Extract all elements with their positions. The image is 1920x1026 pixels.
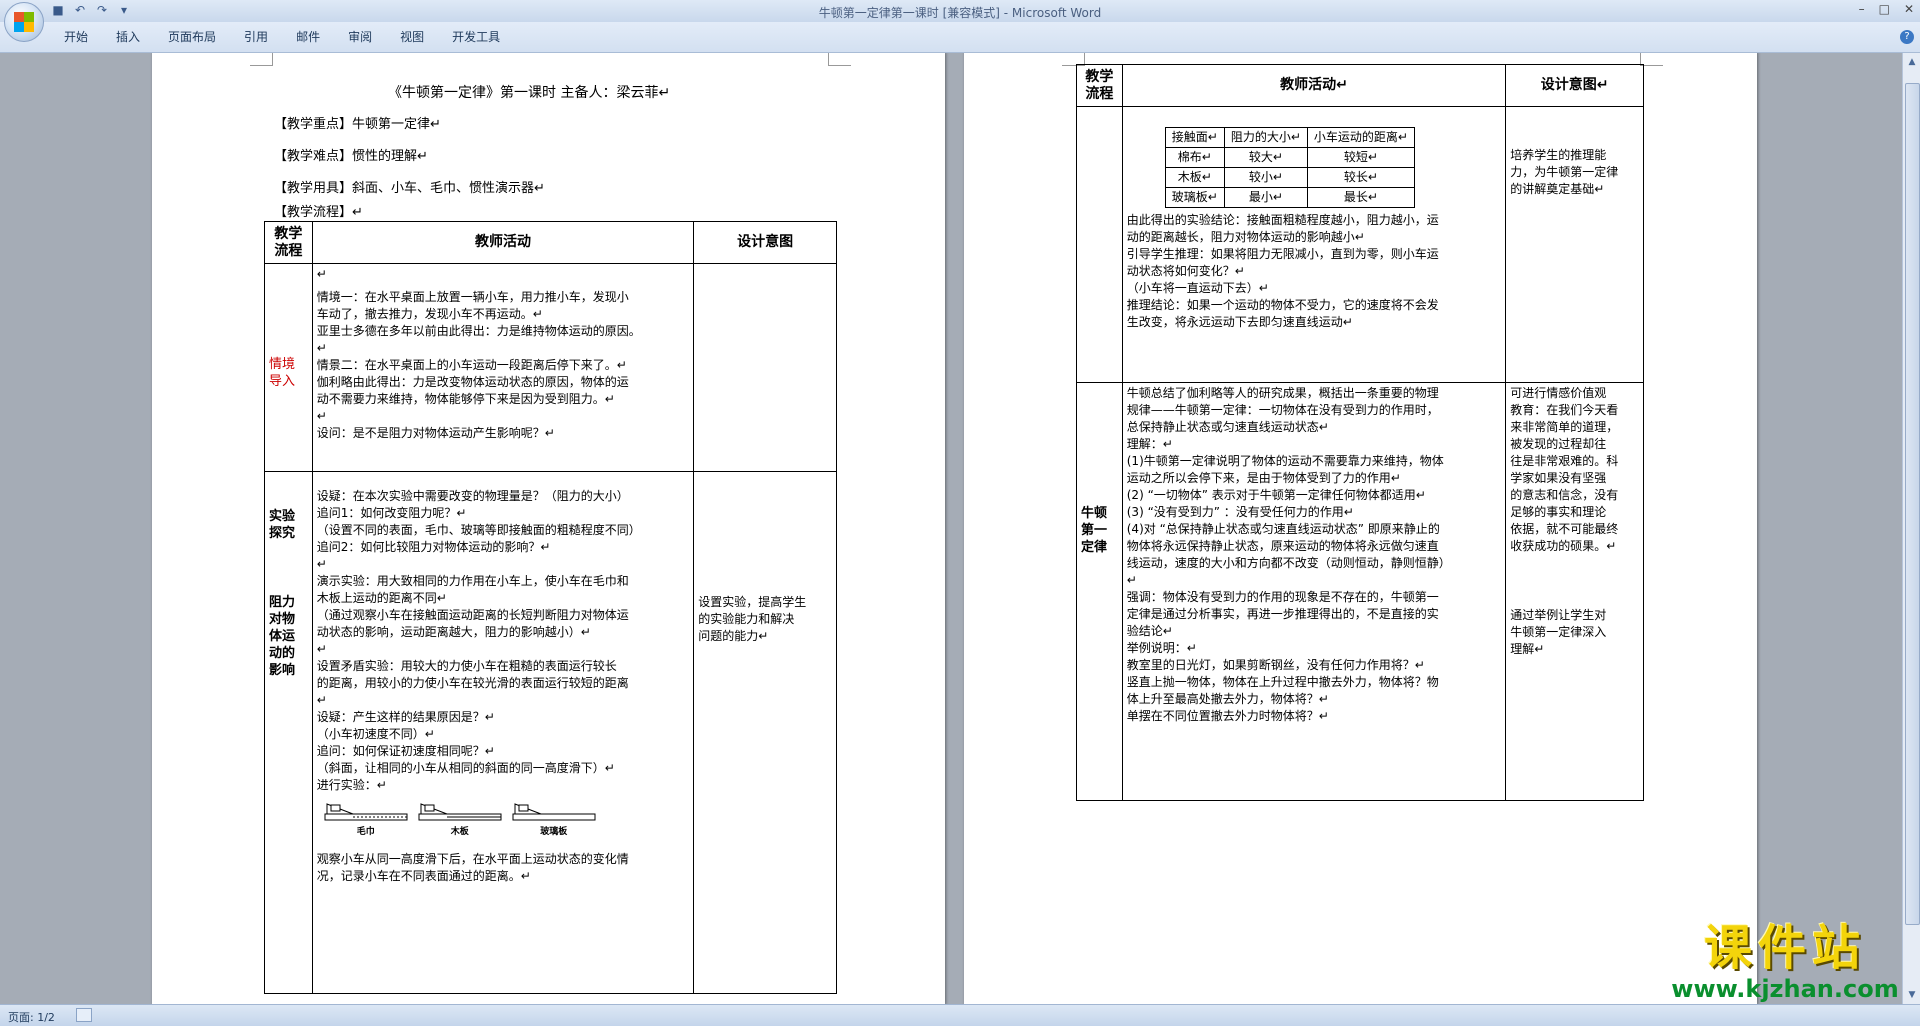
status-bar: 页面: 1/2 xyxy=(0,1004,1920,1026)
scroll-up-icon[interactable]: ▲ xyxy=(1906,57,1918,67)
tab-home[interactable]: 开始 xyxy=(50,28,102,46)
vertical-scrollbar[interactable]: ▲ ▼ xyxy=(1902,53,1920,1004)
lesson-table-page1: 教学 流程 教师活动 设计意图 情境 导入 ↵ 情境一：在水平桌面上放置一辆小车，… xyxy=(264,221,837,994)
difficulty: 【教学难点】惯性的理解↵ xyxy=(274,149,428,164)
design-intent-cell: 设置实验，提高学生 的实验能力和解决 问题的能力↵ xyxy=(693,471,837,994)
stage-cell: 实验 探究 阻力 对物 体运 动的 影响 xyxy=(264,471,313,994)
page-indicator[interactable]: 页面: 1/2 xyxy=(8,1009,55,1025)
minimize-button[interactable]: – xyxy=(1859,2,1865,16)
design-intent-cell: 培养学生的推理能 力，为牛顿第一定律 的讲解奠定基础↵ xyxy=(1505,106,1644,383)
tab-page-layout[interactable]: 页面布局 xyxy=(154,28,230,46)
title-bar: ■ ↶ ↷ ▾ 牛顿第一定律第一课时 [兼容模式] - Microsoft Wo… xyxy=(0,0,1920,22)
teaching-tools: 【教学用具】斜面、小车、毛巾、惯性演示器↵ xyxy=(274,181,545,196)
ribbon-tabs: 开始 插入 页面布局 引用 邮件 审阅 视图 开发工具 xyxy=(0,22,1920,53)
scroll-thumb[interactable] xyxy=(1905,83,1920,925)
page-2: 教学 流程 教师活动↵ 设计意图↵ 接触面↵ 阻力的大小↵ 小车运动的距离↵ 棉… xyxy=(964,53,1757,1004)
office-logo-icon xyxy=(14,12,34,32)
window-controls: – □ ✕ xyxy=(1859,2,1914,16)
maximize-button[interactable]: □ xyxy=(1879,2,1890,16)
key-point: 【教学重点】牛顿第一定律↵ xyxy=(274,117,441,132)
stage-cell: 牛顿 第一 定律 xyxy=(1076,382,1123,801)
ramp-glass: 玻璃板 xyxy=(511,800,597,841)
tab-insert[interactable]: 插入 xyxy=(102,28,154,46)
watermark-logo: 课件站 www.kjzhan.com xyxy=(1660,920,1910,1015)
stage-cell xyxy=(1076,106,1123,383)
office-button[interactable] xyxy=(4,2,44,42)
ramp-towel: 毛巾 xyxy=(323,800,409,841)
lesson-table-page2: 教学 流程 教师活动↵ 设计意图↵ 接触面↵ 阻力的大小↵ 小车运动的距离↵ 棉… xyxy=(1076,64,1644,801)
header-flow: 教学 流程 xyxy=(264,221,313,264)
watermark-title: 课件站 xyxy=(1703,920,1866,976)
ramp-wood: 木板 xyxy=(417,800,503,841)
proofing-icon[interactable] xyxy=(76,1008,92,1022)
teacher-activity-cell: 牛顿总结了伽利略等人的研究成果，概括出一条重要的物理 规律——牛顿第一定律：一切… xyxy=(1121,382,1507,801)
experiment-figure: 毛巾 木板 玻璃板 xyxy=(323,800,690,841)
tab-view[interactable]: 视图 xyxy=(386,28,438,46)
teacher-activity-cell: ↵ 情境一：在水平桌面上放置一辆小车，用力推小车，发现小 车动了，撤去推力，发现… xyxy=(311,263,695,472)
teacher-activity-cell: 接触面↵ 阻力的大小↵ 小车运动的距离↵ 棉布↵ 较大↵ 较短↵ 木板↵ 较小↵ xyxy=(1121,106,1507,383)
tab-review[interactable]: 审阅 xyxy=(334,28,386,46)
watermark-url: www.kjzhan.com xyxy=(1671,975,1899,1003)
tab-developer[interactable]: 开发工具 xyxy=(438,28,514,46)
teacher-activity-cell: 设疑：在本次实验中需要改变的物理量是？（阻力的大小） 追问1：如何改变阻力呢？↵… xyxy=(311,471,695,994)
teaching-flow: 【教学流程】↵ xyxy=(274,205,363,220)
header-flow: 教学 流程 xyxy=(1076,64,1123,107)
stage-cell: 情境 导入 xyxy=(264,263,313,472)
header-design-intent: 设计意图 xyxy=(693,221,837,264)
header-teacher-activity: 教师活动 xyxy=(311,221,695,264)
friction-table: 接触面↵ 阻力的大小↵ 小车运动的距离↵ 棉布↵ 较大↵ 较短↵ 木板↵ 较小↵ xyxy=(1164,127,1415,208)
header-design-intent: 设计意图↵ xyxy=(1505,64,1644,107)
close-button[interactable]: ✕ xyxy=(1904,2,1914,16)
help-icon[interactable]: ? xyxy=(1900,30,1914,44)
design-intent-cell: 可进行情感价值观 教育：在我们今天看 来非常简单的道理， 被发现的过程却往 往是… xyxy=(1505,382,1644,801)
page-1: 《牛顿第一定律》第一课时 主备人：梁云菲↵ 【教学重点】牛顿第一定律↵ 【教学难… xyxy=(152,53,945,1004)
tab-mailings[interactable]: 邮件 xyxy=(282,28,334,46)
document-area: 《牛顿第一定律》第一课时 主备人：梁云菲↵ 【教学重点】牛顿第一定律↵ 【教学难… xyxy=(0,53,1902,1004)
lesson-title: 《牛顿第一定律》第一课时 主备人：梁云菲↵ xyxy=(388,85,671,101)
tab-references[interactable]: 引用 xyxy=(230,28,282,46)
design-intent-cell xyxy=(693,263,837,472)
window-title: 牛顿第一定律第一课时 [兼容模式] - Microsoft Word xyxy=(818,6,1102,20)
header-teacher-activity: 教师活动↵ xyxy=(1121,64,1507,107)
